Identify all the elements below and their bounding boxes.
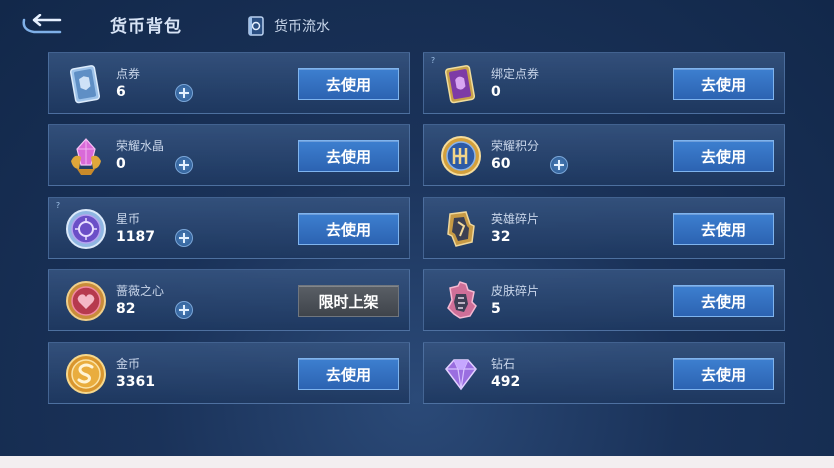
currency-name: 钻石	[491, 357, 516, 371]
currency-card-diamond: 钻石 492 去使用	[423, 342, 785, 404]
currency-name: 皮肤碎片	[491, 284, 540, 298]
use-button[interactable]: 去使用	[298, 68, 399, 100]
currency-card-star-coin: ? 星币 1187 去使用	[48, 197, 410, 259]
use-button[interactable]: 去使用	[673, 140, 774, 172]
currency-name: 荣耀积分	[491, 139, 540, 153]
skin-fragment-icon	[436, 276, 486, 326]
rose-heart-icon	[61, 276, 111, 326]
use-button[interactable]: 去使用	[298, 358, 399, 390]
currency-value: 1187	[116, 229, 155, 245]
currency-card-coupon: 点券 6 去使用	[48, 52, 410, 114]
currency-card-hero-fragment: 英雄碎片 32 去使用	[423, 197, 785, 259]
use-button[interactable]: 去使用	[298, 213, 399, 245]
currency-value: 0	[491, 84, 501, 100]
use-button[interactable]: 去使用	[673, 68, 774, 100]
currency-value: 0	[116, 156, 126, 172]
hero-fragment-icon	[436, 204, 486, 254]
add-currency-button[interactable]	[175, 84, 193, 102]
limited-time-button[interactable]: 限时上架	[298, 285, 399, 317]
currency-value: 82	[116, 301, 136, 317]
star-coin-icon	[61, 204, 111, 254]
currency-card-glory-points: 荣耀积分 60 去使用	[423, 124, 785, 186]
currency-ledger-link[interactable]: 货币流水	[248, 15, 330, 37]
currency-name: 英雄碎片	[491, 212, 540, 226]
currency-value: 60	[491, 156, 511, 172]
ledger-link-label: 货币流水	[274, 19, 330, 35]
back-button[interactable]	[20, 14, 64, 36]
currency-card-skin-fragment: 皮肤碎片 5 去使用	[423, 269, 785, 331]
use-button[interactable]: 去使用	[673, 213, 774, 245]
add-currency-button[interactable]	[175, 229, 193, 247]
currency-card-glory-crystal: 荣耀水晶 0 去使用	[48, 124, 410, 186]
currency-name: 绑定点券	[491, 67, 540, 81]
currency-card-gold-coin: 金币 3361 去使用	[48, 342, 410, 404]
currency-value: 3361	[116, 374, 155, 390]
use-button[interactable]: 去使用	[673, 285, 774, 317]
add-currency-button[interactable]	[175, 156, 193, 174]
currency-value: 32	[491, 229, 511, 245]
currency-name: 蔷薇之心	[116, 284, 165, 298]
glory-points-icon	[436, 131, 486, 181]
bottom-strip	[0, 456, 834, 468]
ledger-book-icon	[248, 16, 264, 36]
currency-name: 荣耀水晶	[116, 139, 165, 153]
currency-name: 点券	[116, 67, 141, 81]
page-title: 货币背包	[110, 17, 182, 37]
currency-card-rose-heart: 蔷薇之心 82 限时上架	[48, 269, 410, 331]
glory-crystal-icon	[61, 131, 111, 181]
add-currency-button[interactable]	[175, 301, 193, 319]
back-arrow-icon	[22, 14, 62, 34]
bound-coupon-icon	[436, 59, 486, 109]
currency-value: 492	[491, 374, 521, 390]
currency-name: 金币	[116, 357, 141, 371]
diamond-icon	[436, 349, 486, 399]
currency-value: 6	[116, 84, 126, 100]
currency-card-bound-coupon: ? 绑定点券 0 去使用	[423, 52, 785, 114]
use-button[interactable]: 去使用	[298, 140, 399, 172]
use-button[interactable]: 去使用	[673, 358, 774, 390]
add-currency-button[interactable]	[550, 156, 568, 174]
coupon-icon	[61, 59, 111, 109]
header-bar: 货币背包 货币流水	[0, 0, 834, 50]
currency-value: 5	[491, 301, 501, 317]
currency-name: 星币	[116, 212, 141, 226]
gold-coin-icon	[61, 349, 111, 399]
